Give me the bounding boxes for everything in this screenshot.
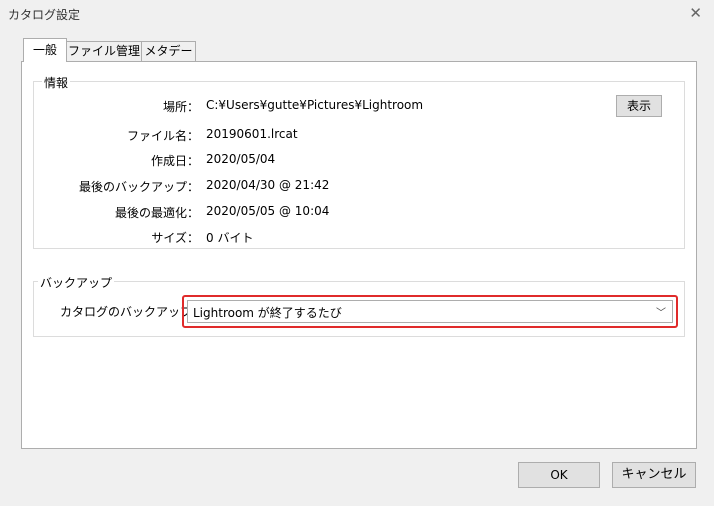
size-value: 0 バイト — [206, 231, 254, 245]
window-title: カタログ設定 — [8, 8, 81, 22]
last-optimized-label: 最後の最適化： — [114, 206, 199, 220]
backup-select-highlight: Lightroom が終了するたび ﹀ — [182, 295, 678, 328]
filename-label: ファイル名： — [126, 129, 199, 143]
close-icon[interactable]: ✕ — [689, 4, 702, 22]
tab-metadata[interactable]: メタデータ — [141, 41, 196, 77]
size-label: サイズ： — [151, 231, 199, 245]
filename-row: ファイル名： 20190601.lrcat — [34, 127, 674, 145]
title-bar: カタログ設定 ✕ — [0, 0, 714, 28]
tab-general[interactable]: 一般 — [23, 38, 67, 62]
backup-frequency-select[interactable]: Lightroom が終了するたび ﹀ — [187, 300, 673, 323]
last-backup-row: 最後のバックアップ： 2020/04/30 @ 21:42 — [34, 178, 674, 196]
last-optimized-value: 2020/05/05 @ 10:04 — [206, 204, 330, 218]
last-backup-value: 2020/04/30 @ 21:42 — [206, 178, 330, 192]
backup-legend: バックアップ — [38, 274, 115, 291]
created-value: 2020/05/04 — [206, 152, 276, 166]
chevron-down-icon: ﹀ — [656, 308, 666, 319]
cancel-button[interactable]: キャンセル — [612, 462, 696, 488]
general-panel: 情報 場所： C:¥Users¥gutte¥Pictures¥Lightroom… — [21, 61, 697, 449]
location-value: C:¥Users¥gutte¥Pictures¥Lightroom — [206, 98, 424, 112]
created-row: 作成日： 2020/05/04 — [34, 152, 674, 170]
show-button[interactable]: 表示 — [616, 95, 662, 117]
ok-button[interactable]: OK — [518, 462, 600, 488]
backup-group: バックアップ カタログのバックアップ： Lightroom が終了するたび ﹀ — [33, 274, 685, 337]
tab-file-management-label: ファイル管理 — [67, 44, 140, 58]
tab-file-management[interactable]: ファイル管理 — [66, 41, 142, 61]
location-row: 場所： C:¥Users¥gutte¥Pictures¥Lightroom — [34, 98, 674, 116]
size-row: サイズ： 0 バイト — [34, 229, 674, 247]
tab-general-label: 一般 — [32, 43, 57, 57]
created-label: 作成日： — [150, 154, 199, 168]
location-label: 場所： — [162, 100, 199, 114]
backup-selected-value: Lightroom が終了するたび — [193, 306, 342, 320]
last-backup-label: 最後のバックアップ： — [78, 180, 199, 194]
last-optimized-row: 最後の最適化： 2020/05/05 @ 10:04 — [34, 204, 674, 222]
filename-value: 20190601.lrcat — [206, 127, 298, 141]
info-group: 情報 場所： C:¥Users¥gutte¥Pictures¥Lightroom… — [33, 74, 685, 249]
info-legend: 情報 — [42, 74, 71, 91]
